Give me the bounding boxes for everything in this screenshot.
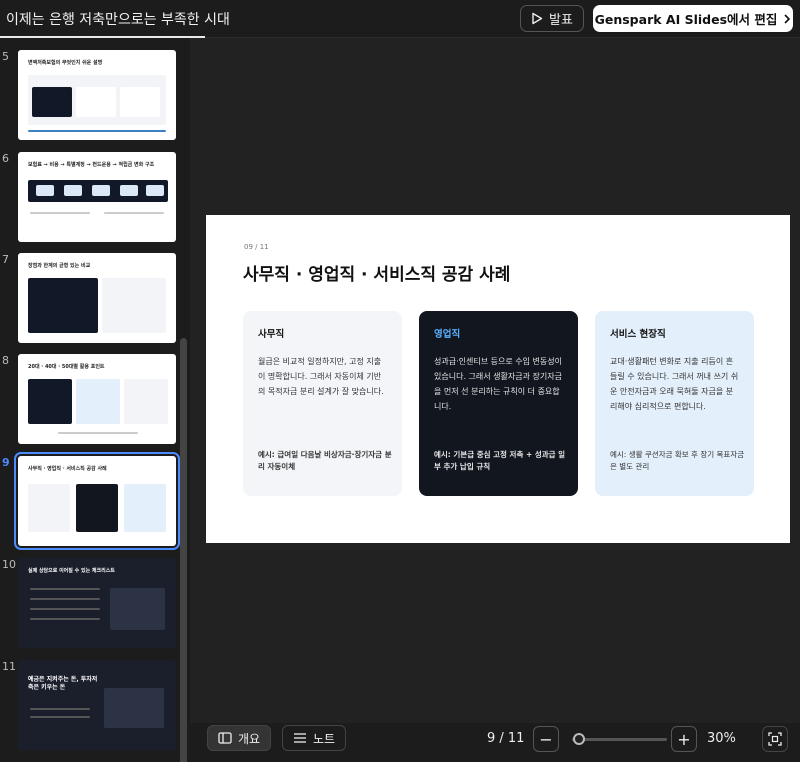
thumbnail-block bbox=[28, 379, 72, 424]
present-button[interactable]: 발표 bbox=[520, 5, 584, 32]
thumbnail-block bbox=[102, 278, 166, 333]
minus-icon: − bbox=[539, 729, 553, 749]
thumbnail-block bbox=[110, 588, 165, 630]
thumbnail-number: 6 bbox=[2, 152, 9, 165]
slide-thumbnail-9[interactable]: 사무직 · 영업직 · 서비스직 공감 사례 bbox=[14, 452, 180, 550]
thumbnail-block bbox=[28, 484, 70, 532]
zoom-slider-handle[interactable] bbox=[573, 733, 585, 745]
bottom-toolbar: 개요 노트 9 / 11 − + 30% bbox=[190, 723, 800, 762]
top-bar: 이제는 은행 저축만으로는 부족한 시대 발표 Genspark AI Slid… bbox=[0, 0, 800, 38]
fit-screen-icon bbox=[768, 732, 782, 746]
thumbnail-title: 사무직 · 영업직 · 서비스직 공감 사례 bbox=[28, 466, 107, 472]
thumbnail-block bbox=[64, 185, 82, 196]
present-label: 발표 bbox=[549, 13, 573, 28]
thumbnail-block bbox=[76, 87, 116, 117]
card-body: 월급은 비교적 일정하지만, 고정 지출이 명확합니다. 그래서 자동이체 기반… bbox=[258, 357, 384, 396]
zoom-level: 30% bbox=[707, 731, 736, 746]
slide-thumbnail-10[interactable]: 실제 상담으로 이어질 수 있는 체크리스트 bbox=[18, 558, 176, 648]
thumbnail-line bbox=[30, 708, 90, 710]
thumbnail-block bbox=[76, 484, 118, 532]
thumbnail-block bbox=[120, 87, 160, 117]
thumbnail-number: 10 bbox=[2, 558, 16, 571]
thumbnail-line bbox=[58, 432, 138, 434]
card-body: 교대·생활패턴 변화로 지출 리듬이 흔들릴 수 있습니다. 그래서 꺼내 쓰기… bbox=[610, 357, 739, 411]
thumbnail-block bbox=[76, 379, 120, 424]
thumbnail-title: 장점과 한계의 균형 있는 비교 bbox=[28, 263, 91, 269]
thumbnail-block bbox=[146, 185, 164, 196]
thumbnail-block bbox=[124, 379, 168, 424]
thumbnail-line bbox=[104, 212, 164, 214]
notes-label: 노트 bbox=[312, 731, 336, 746]
overview-label: 개요 bbox=[237, 731, 261, 746]
thumbnail-line bbox=[30, 598, 100, 600]
slide-thumbnail-8[interactable]: 20대 · 40대 · 50대별 활용 포인트 bbox=[18, 354, 176, 444]
thumbnail-line bbox=[30, 608, 100, 610]
thumbnail-scrollbar[interactable] bbox=[180, 338, 187, 762]
menu-lines-icon bbox=[293, 733, 306, 743]
thumbnail-line bbox=[30, 618, 100, 620]
slide-page-label: 09 / 11 bbox=[244, 243, 269, 251]
thumbnail-number: 8 bbox=[2, 354, 9, 367]
slide-thumbnail-11[interactable]: 예금은 지켜주는 돈, 투자저축은 키우는 돈 bbox=[18, 660, 176, 750]
card-office-worker: 사무직 월급은 비교적 일정하지만, 고정 지출이 명확합니다. 그래서 자동이… bbox=[243, 311, 402, 496]
thumbnail-title: 보험료 → 비용 → 특별계정 → 펀드운용 → 적립금 변화 구조 bbox=[28, 162, 155, 168]
thumbnail-block bbox=[32, 87, 72, 117]
sidebar-panel-icon bbox=[218, 732, 232, 744]
notes-button[interactable]: 노트 bbox=[282, 725, 346, 751]
card-sales-worker: 영업직 성과급·인센티브 등으로 수입 변동성이 있습니다. 그래서 생활자금과… bbox=[419, 311, 578, 496]
slide-title: 사무직 · 영업직 · 서비스직 공감 사례 bbox=[243, 265, 511, 285]
edit-in-genspark-button[interactable]: Genspark AI Slides에서 편집 bbox=[593, 5, 793, 32]
thumbnail-title: 변액저축보험의 무엇인지 쉬운 설명 bbox=[28, 60, 103, 66]
thumbnail-number: 11 bbox=[2, 660, 16, 673]
slide-thumbnail-7[interactable]: 장점과 한계의 균형 있는 비교 bbox=[18, 253, 176, 343]
thumbnail-number: 5 bbox=[2, 50, 9, 63]
thumbnail-block bbox=[120, 185, 138, 196]
card-example: 예시: 기본급 중심 고정 저축 + 성과급 일부 추가 납입 규칙 bbox=[434, 450, 566, 471]
thumbnail-block bbox=[124, 484, 166, 532]
thumbnail-block bbox=[104, 688, 164, 728]
thumbnail-title: 예금은 지켜주는 돈, 투자저축은 키우는 돈 bbox=[28, 676, 98, 691]
play-icon bbox=[532, 12, 543, 25]
thumbnail-block bbox=[36, 185, 54, 196]
plus-icon: + bbox=[677, 729, 691, 749]
thumbnail-title: 실제 상담으로 이어질 수 있는 체크리스트 bbox=[28, 568, 115, 574]
card-heading: 서비스 현장직 bbox=[610, 329, 666, 340]
card-service-worker: 서비스 현장직 교대·생활패턴 변화로 지출 리듬이 흔들릴 수 있습니다. 그… bbox=[595, 311, 754, 496]
document-title[interactable]: 이제는 은행 저축만으로는 부족한 시대 bbox=[6, 9, 230, 29]
chevron-right-icon bbox=[784, 13, 791, 24]
zoom-slider[interactable] bbox=[572, 738, 667, 741]
thumbnail-line bbox=[28, 130, 166, 132]
thumbnail-title: 20대 · 40대 · 50대별 활용 포인트 bbox=[28, 364, 105, 370]
thumbnail-number-active: 9 bbox=[2, 456, 10, 469]
thumbnail-block bbox=[28, 278, 98, 333]
thumbnail-line bbox=[30, 212, 90, 214]
thumbnail-line bbox=[30, 588, 100, 590]
zoom-in-button[interactable]: + bbox=[671, 726, 697, 752]
card-example: 예시: 생활 쿠션자금 확보 후 장기 목표자금은 별도 관리 bbox=[610, 450, 745, 471]
edit-label: Genspark AI Slides에서 편집 bbox=[594, 12, 778, 27]
zoom-out-button[interactable]: − bbox=[533, 726, 559, 752]
overview-button[interactable]: 개요 bbox=[207, 725, 271, 751]
thumbnail-number: 7 bbox=[2, 253, 9, 266]
slide-thumbnail-panel[interactable]: 5 변액저축보험의 무엇인지 쉬운 설명 6 보험료 → 비용 → 특별계정 →… bbox=[0, 38, 190, 762]
card-body: 성과급·인센티브 등으로 수입 변동성이 있습니다. 그래서 생활자금과 장기자… bbox=[434, 357, 562, 411]
card-heading: 사무직 bbox=[258, 329, 285, 340]
slide-thumbnail-5[interactable]: 변액저축보험의 무엇인지 쉬운 설명 bbox=[18, 50, 176, 140]
thumbnail-block bbox=[92, 185, 110, 196]
card-example: 예시: 급여일 다음날 비상자금·장기자금 분리 자동이체 bbox=[258, 450, 392, 471]
card-heading: 영업직 bbox=[434, 329, 461, 340]
thumbnail-line bbox=[30, 716, 90, 718]
slide-thumbnail-6[interactable]: 보험료 → 비용 → 특별계정 → 펀드운용 → 적립금 변화 구조 bbox=[18, 152, 176, 242]
page-indicator: 9 / 11 bbox=[487, 731, 525, 746]
current-slide[interactable]: 09 / 11 사무직 · 영업직 · 서비스직 공감 사례 사무직 월급은 비… bbox=[206, 215, 790, 543]
fit-to-screen-button[interactable] bbox=[762, 726, 788, 752]
